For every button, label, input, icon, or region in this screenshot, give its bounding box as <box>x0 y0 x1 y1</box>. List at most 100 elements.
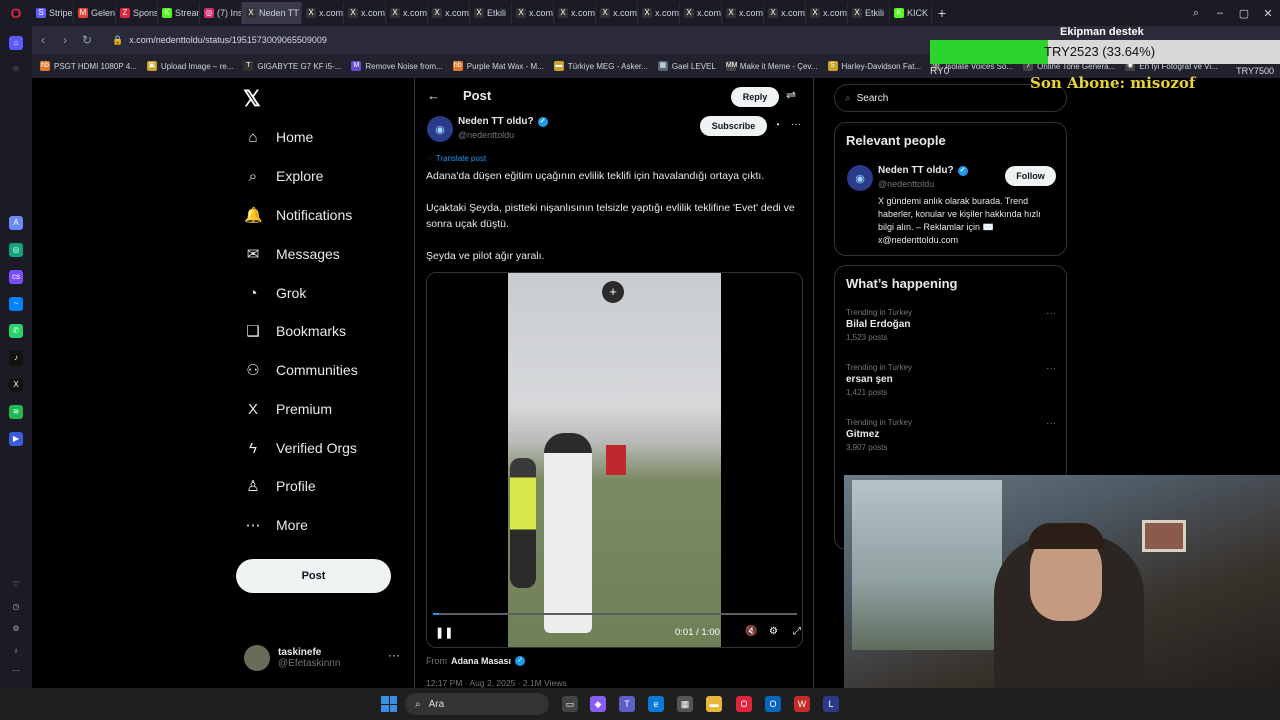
nav-item-verified-orgs[interactable]: ϟ Verified Orgs <box>244 433 357 463</box>
nav-item-notifications[interactable]: 🔔 Notifications <box>244 200 352 230</box>
chatgpt-icon[interactable]: ◎ <box>9 243 23 257</box>
grok-icon[interactable]: ◔ <box>774 120 780 131</box>
person-handle[interactable]: @nedenttoldu <box>878 179 934 189</box>
bookmark-item[interactable]: ▬ Türkiye MEG - Asker... <box>553 61 648 71</box>
browser-tab[interactable]: Xx.com <box>554 2 596 24</box>
back-nav-icon[interactable]: ‹ <box>32 33 54 47</box>
player-icon[interactable]: ▶ <box>9 432 23 446</box>
forward-nav-icon[interactable]: › <box>54 33 76 47</box>
bookmark-item[interactable]: T GIGABYTE G7 KF i5-... <box>243 61 341 71</box>
trend-more-icon[interactable]: ··· <box>1046 363 1056 374</box>
x-logo-icon[interactable]: 𝕏 <box>243 86 261 112</box>
browser-tab[interactable]: X Etkili <box>848 2 890 24</box>
browser-tab[interactable]: Z Spons <box>116 2 158 24</box>
whatsapp-icon[interactable]: ✆ <box>9 324 23 338</box>
tiktok-icon[interactable]: ♪ <box>9 351 23 365</box>
aria-icon[interactable]: A <box>9 216 23 230</box>
opera-taskbar-icon[interactable]: O <box>736 696 752 712</box>
pause-icon[interactable]: ❚❚ <box>435 626 453 639</box>
nav-item-premium[interactable]: X Premium <box>244 394 332 424</box>
nav-item-communities[interactable]: ⚇ Communities <box>244 355 357 385</box>
person-avatar[interactable]: ◉ <box>847 165 873 191</box>
bookmark-item[interactable]: S Harley-Davidson Fat... <box>827 61 921 71</box>
translate-post-link[interactable]: ◌ Translate post <box>427 154 486 163</box>
video-settings-icon[interactable]: ⚙ <box>769 626 778 637</box>
browser-tab[interactable]: Xx.com <box>722 2 764 24</box>
browser-tab[interactable]: S Stripe <box>32 2 74 24</box>
trend-item[interactable]: Trending in Turkey Gitmez 3,907 posts ··· <box>846 418 1056 452</box>
post-button[interactable]: Post <box>236 559 391 593</box>
maximize-icon[interactable]: ▢ <box>1232 7 1256 20</box>
outlook-icon[interactable]: O <box>765 696 781 712</box>
bookmark-item[interactable]: hb PSGT HDMI 1080P 4... <box>40 61 137 71</box>
person-name[interactable]: Neden TT oldu? ✓ <box>878 165 968 176</box>
video-progress-bar[interactable] <box>433 613 797 615</box>
minimize-icon[interactable]: – <box>1208 7 1232 19</box>
browser-tab[interactable]: Xx.com <box>428 2 470 24</box>
task-view-icon[interactable]: ▭ <box>562 696 578 712</box>
browser-tab[interactable]: Xx.com <box>806 2 848 24</box>
windows-start-icon[interactable] <box>381 696 397 712</box>
subscribe-button[interactable]: Subscribe <box>700 116 767 136</box>
expand-plus-icon[interactable]: + <box>602 281 624 303</box>
browser-tab[interactable]: X Neden TT c <box>242 2 302 24</box>
close-window-icon[interactable]: ✕ <box>1256 7 1280 20</box>
url-field[interactable]: 🔒 x.com/nedenttoldu/status/1951573009065… <box>112 35 327 46</box>
home-icon[interactable]: ⌂ <box>9 36 23 50</box>
sliders-icon[interactable]: ⇌ <box>786 88 796 102</box>
nav-item-messages[interactable]: ✉ Messages <box>244 239 340 269</box>
fullscreen-icon[interactable]: ⤢ <box>793 626 801 637</box>
teams-icon[interactable]: T <box>619 696 635 712</box>
launcher-icon[interactable]: L <box>823 696 839 712</box>
messenger-icon[interactable]: ~ <box>9 297 23 311</box>
video-frame[interactable] <box>508 273 721 647</box>
taskbar-search[interactable]: ⌕ <box>405 693 549 715</box>
reload-icon[interactable]: ↻ <box>76 33 98 47</box>
author-handle[interactable]: @nedenttoldu <box>458 130 514 140</box>
nav-item-grok[interactable]: ◔ Grok <box>244 278 306 308</box>
browser-tab[interactable]: X Etkili <box>470 2 512 24</box>
taskbar-search-input[interactable] <box>428 698 509 710</box>
nav-item-explore[interactable]: ⌕ Explore <box>244 161 324 191</box>
browser-tab[interactable]: Xx.com <box>302 2 344 24</box>
copilot-icon[interactable]: ◆ <box>590 696 606 712</box>
new-tab-icon[interactable]: + <box>932 5 952 21</box>
heart-icon[interactable]: ♡ <box>9 578 23 592</box>
reply-button[interactable]: Reply <box>731 87 779 107</box>
from-name[interactable]: Adana Masası <box>451 656 511 666</box>
bookmark-item[interactable]: ▦ Gael LEVEL <box>657 61 716 71</box>
bookmark-item[interactable]: ▣ Upload Image – re... <box>146 61 233 71</box>
nav-item-bookmarks[interactable]: ❑ Bookmarks <box>244 316 346 346</box>
more-sidebar-icon[interactable]: ⋯ <box>9 664 23 678</box>
bulb-icon[interactable]: ♁ <box>9 644 23 658</box>
opera-logo-icon[interactable]: O <box>0 0 32 26</box>
nav-item-more[interactable]: ⋯ More <box>244 510 308 540</box>
post-more-icon[interactable]: ··· <box>791 119 801 130</box>
store-icon[interactable]: ▦ <box>677 696 693 712</box>
nav-item-profile[interactable]: ♙ Profile <box>244 471 315 501</box>
source-attribution[interactable]: From Adana Masası ✓ <box>426 656 526 666</box>
edge-icon[interactable]: e <box>648 696 664 712</box>
browser-tab[interactable]: Xx.com <box>638 2 680 24</box>
trend-more-icon[interactable]: ··· <box>1046 308 1056 319</box>
account-switcher[interactable]: taskinefe @Efetaskinnn ··· <box>244 640 404 676</box>
search-input[interactable] <box>856 92 1037 104</box>
browser-tab[interactable]: ◎ (7) Ins <box>200 2 242 24</box>
browser-tab[interactable]: KStream <box>158 2 200 24</box>
browser-tab[interactable]: Xx.com <box>344 2 386 24</box>
browser-tab[interactable]: Xx.com <box>764 2 806 24</box>
search-tabs-icon[interactable]: ⌕ <box>1184 7 1208 20</box>
video-player[interactable]: + ❚❚ 0:01 / 1:00 🔇 ⚙ ⤢ <box>426 272 803 648</box>
browser-tab[interactable]: Xx.com <box>386 2 428 24</box>
nav-item-home[interactable]: ⌂ Home <box>244 122 313 152</box>
star-icon[interactable]: ☆ <box>9 62 23 76</box>
bookmark-item[interactable]: hb Purple Mat Wax - M... <box>452 61 544 71</box>
x-app-icon[interactable]: X <box>9 378 23 392</box>
browser-tab[interactable]: Xx.com <box>512 2 554 24</box>
back-arrow-icon[interactable]: ← <box>427 88 440 103</box>
more-icon[interactable]: ··· <box>388 648 400 662</box>
file-explorer-icon[interactable]: ▬ <box>706 696 722 712</box>
cs-icon[interactable]: cs <box>9 270 23 284</box>
browser-tab[interactable]: Xx.com <box>680 2 722 24</box>
browser-tab[interactable]: KKICK S <box>890 2 932 24</box>
